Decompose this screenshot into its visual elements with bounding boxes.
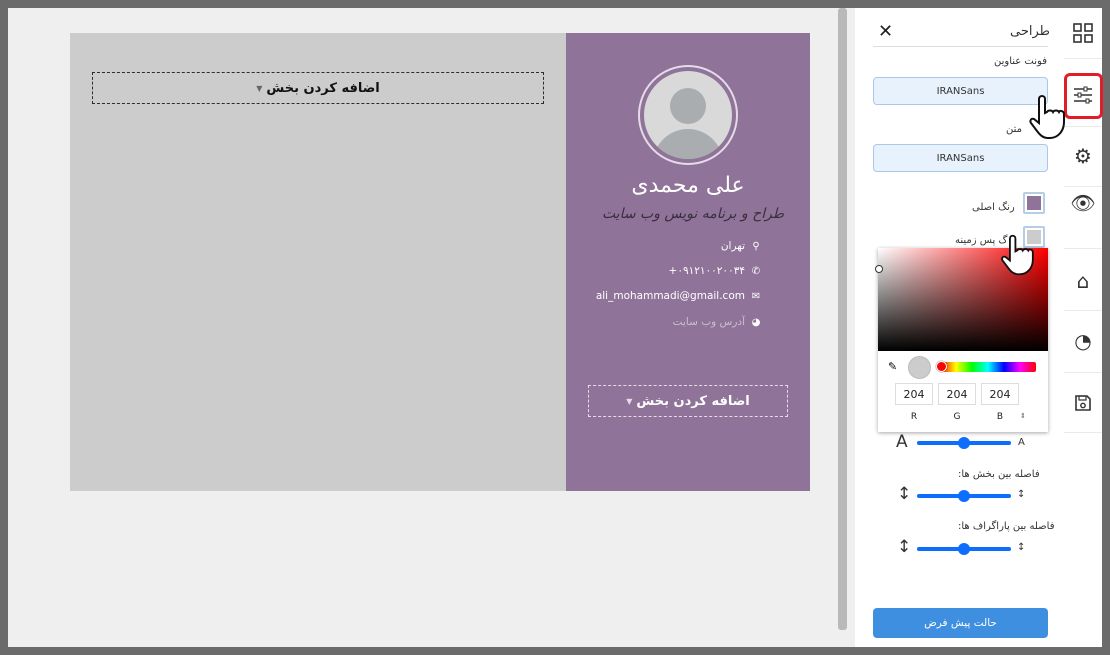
green-input[interactable]: 204 <box>938 383 976 405</box>
reset-default-button[interactable]: حالت پیش فرض <box>873 608 1048 638</box>
font-size-small-label: A <box>1018 437 1025 448</box>
paragraph-spacing-label: فاصله بین پاراگراف ها: <box>958 521 1055 532</box>
add-section-button-main[interactable]: ▼ اضافه کردن بخش <box>92 72 544 104</box>
add-section-label: اضافه کردن بخش <box>266 80 380 96</box>
avatar-body <box>653 129 723 159</box>
font-size-large-label: A <box>896 432 908 452</box>
pointer-hand-icon <box>1001 234 1034 276</box>
resume-job-title[interactable]: طراح و برنامه نویس وب سایت <box>602 206 784 222</box>
eye-icon[interactable]: 👁 <box>1064 178 1102 228</box>
vertical-arrows-icon: ↕ <box>897 537 912 557</box>
add-section-button-sidebar[interactable]: ▼ اضافه کردن بخش <box>588 385 788 417</box>
main-color-swatch[interactable] <box>1023 192 1045 214</box>
resume-page: ▼ اضافه کردن بخش علی محمدی طراح و برنامه… <box>70 33 810 491</box>
history-icon[interactable]: ◔ <box>1064 316 1102 366</box>
section-spacing-label: فاصله بین بخش ها: <box>958 469 1040 480</box>
format-toggle-icon[interactable]: ⇕ <box>1020 412 1026 420</box>
chevron-down-icon: ▼ <box>626 396 633 406</box>
contact-phone[interactable]: ۰۹۱۲۱۰۰۲۰۰۳۴+ ✆ <box>669 265 763 277</box>
contact-location[interactable]: تهران ⚲ <box>721 240 762 252</box>
vertical-arrows-icon: ↕ <box>897 484 912 504</box>
resume-name[interactable]: علی محمدی <box>566 173 810 198</box>
text-font-select[interactable]: IRANSans <box>873 144 1048 172</box>
contact-location-text: تهران <box>720 240 745 252</box>
divider <box>873 46 1048 47</box>
phone-icon: ✆ <box>751 265 761 277</box>
section-spacing-handle[interactable] <box>958 490 970 502</box>
hue-slider[interactable] <box>936 361 1036 372</box>
globe-icon: ◕ <box>751 316 761 328</box>
layout-icon[interactable] <box>1064 8 1102 58</box>
red-label: R <box>910 412 918 422</box>
close-icon[interactable]: ✕ <box>878 21 893 42</box>
text-font-label: متن <box>1006 124 1022 135</box>
contact-email-text: ali_mohammadi@gmail.com <box>595 290 745 302</box>
building-icon[interactable]: ⌂ <box>1064 256 1102 306</box>
pointer-hand-icon <box>1029 94 1065 139</box>
contact-phone-text: ۰۹۱۲۱۰۰۲۰۰۳۴+ <box>668 265 746 277</box>
eyedropper-icon[interactable]: ✎ <box>888 360 897 373</box>
vertical-arrows-small-icon: ↕ <box>1017 489 1026 500</box>
contact-email[interactable]: ali_mohammadi@gmail.com ✉ <box>596 290 762 302</box>
green-label: G <box>953 412 961 422</box>
canvas-scrollbar[interactable] <box>838 8 847 630</box>
main-color-label: رنگ اصلی <box>972 202 1015 213</box>
blue-label: B <box>996 412 1004 422</box>
panel-title: طراحی <box>1010 24 1051 39</box>
vertical-arrows-small-icon: ↕ <box>1017 542 1026 553</box>
hue-handle[interactable] <box>936 361 947 372</box>
font-size-handle[interactable] <box>958 437 970 449</box>
resume-sidebar: علی محمدی طراح و برنامه نویس وب سایت تهر… <box>566 33 810 491</box>
paragraph-spacing-handle[interactable] <box>958 543 970 555</box>
save-icon[interactable] <box>1064 378 1102 428</box>
avatar-head <box>670 88 706 124</box>
contact-website[interactable]: آدرس وب سایت ◕ <box>673 316 762 328</box>
email-icon: ✉ <box>751 290 761 302</box>
red-input[interactable]: 204 <box>895 383 933 405</box>
add-section-label: اضافه کردن بخش <box>636 393 750 409</box>
heading-font-select[interactable]: IRANSans <box>873 77 1048 105</box>
contact-website-text: آدرس وب سایت <box>672 316 745 328</box>
saturation-handle[interactable] <box>875 265 883 273</box>
heading-font-label: فونت عناوین <box>994 56 1047 67</box>
chevron-down-icon: ▼ <box>256 83 263 93</box>
avatar[interactable] <box>638 65 738 165</box>
location-icon: ⚲ <box>752 240 760 252</box>
color-preview <box>908 356 931 379</box>
blue-input[interactable]: 204 <box>981 383 1019 405</box>
